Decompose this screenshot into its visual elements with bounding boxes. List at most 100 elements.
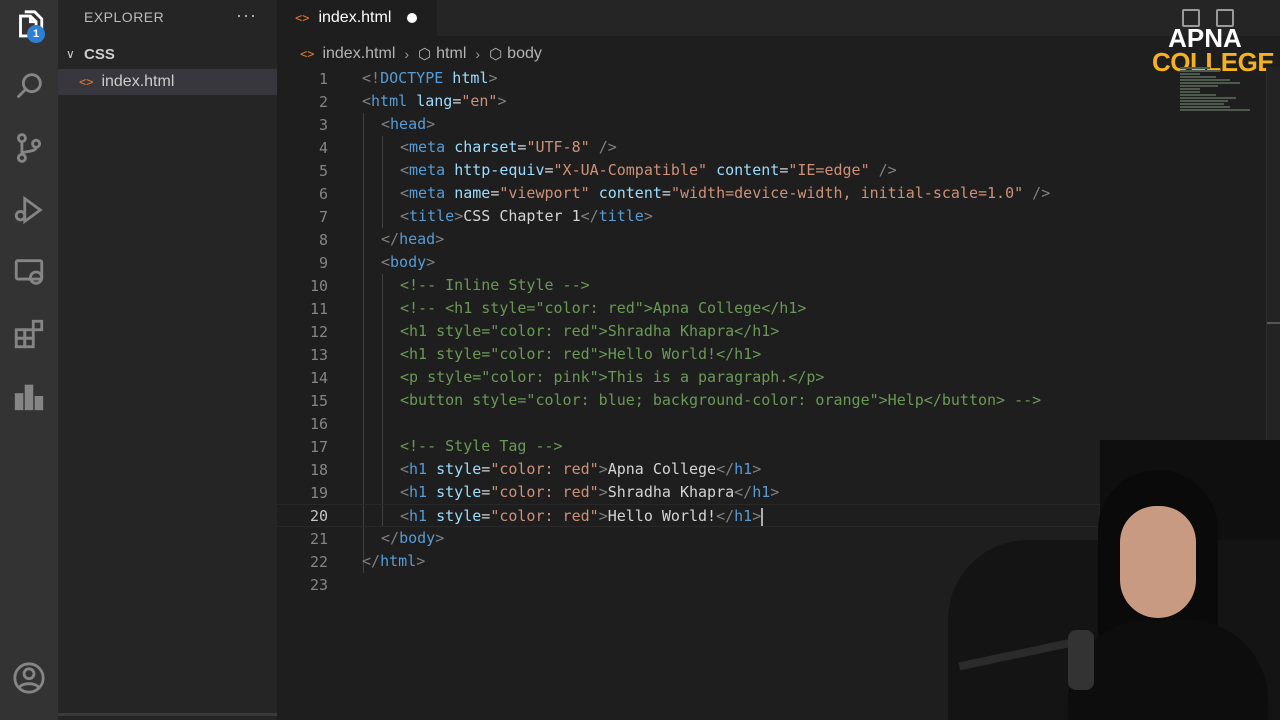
minimap[interactable] [1180,67,1266,127]
line-number: 19 [309,483,328,502]
tag-name: body [399,529,436,547]
account-icon[interactable] [9,658,49,698]
attr-value: "viewport" [499,184,590,202]
folder-css[interactable]: ∨ CSS [58,42,277,66]
code-line[interactable]: 12 <h1 style="color: red">Shradha Khapra… [277,320,1267,343]
punct: <! [362,69,381,87]
webcam-overlay [948,440,1280,720]
code-line[interactable]: 5 <meta http-equiv="X-UA-Compatible" con… [277,159,1267,182]
tab-index-html[interactable]: <> index.html [277,0,437,36]
comment: <button style="color: blue; background-c… [400,391,1042,409]
tag-name: title [598,207,644,225]
tag-name: title [409,207,455,225]
tag-name: h1 [409,483,428,501]
comment: <!-- <h1 style="color: red">Apna College… [400,299,807,317]
attr-name: style [436,507,482,525]
line-number: 13 [309,345,328,364]
line-number: 9 [318,253,328,272]
element-icon: ⬡ [489,46,503,63]
attr-name: content [716,161,780,179]
attr-value: "IE=edge" [788,161,870,179]
unsaved-dot-icon[interactable] [407,13,418,23]
attr-name: lang [416,92,453,110]
tag-name: body [390,253,427,271]
code-line[interactable]: 6 <meta name="viewport" content="width=d… [277,182,1267,205]
text-cursor [761,507,764,526]
element-icon: ⬡ [418,46,432,63]
attr-value: "X-UA-Compatible" [553,161,708,179]
line-number: 18 [309,460,328,479]
attr-value: "color: red" [490,507,599,525]
tag-name: h1 [752,483,771,501]
code-line[interactable]: 8 </head> [277,228,1267,251]
chevron-right-icon: › [475,46,481,62]
attr-value: "color: red" [490,460,599,478]
search-icon[interactable] [9,66,49,106]
code-line[interactable]: 15 <button style="color: blue; backgroun… [277,389,1267,412]
code-line[interactable]: 14 <p style="color: pink">This is a para… [277,366,1267,389]
breadcrumb-file[interactable]: index.html [322,45,395,63]
tag-name: DOCTYPE [380,69,444,87]
file-index-html[interactable]: <> index.html [58,69,277,95]
punct: > [488,69,498,87]
attr-value: "color: red" [490,483,599,501]
comment: <h1 style="color: red">Hello World!</h1> [400,345,762,363]
breadcrumb: <> index.html › ⬡ html › ⬡ body [300,43,542,65]
line-number: 6 [318,184,328,203]
line-number: 15 [309,391,328,410]
attr-value: "width=device-width, initial-scale=1.0" [670,184,1024,202]
html-file-icon: <> [295,11,310,25]
breadcrumb-body[interactable]: body [507,45,542,63]
code-line[interactable]: 16 [277,412,1267,435]
extensions-icon[interactable] [9,314,49,354]
scrollbar-thumb[interactable] [1267,322,1280,324]
activity-bar: 1 [0,0,58,720]
tag-name: h1 [409,507,428,525]
line-number: 7 [318,207,328,226]
code-line[interactable]: 3 <head> [277,113,1267,136]
remote-explorer-icon[interactable] [9,252,49,292]
more-actions-icon[interactable]: ··· [236,5,257,26]
stats-icon[interactable] [9,376,49,416]
line-number: 10 [309,276,328,295]
breadcrumb-html[interactable]: html [436,45,466,63]
code-line[interactable]: 1 <!DOCTYPE html> [277,67,1267,90]
line-number: 5 [318,161,328,180]
code-line[interactable]: 11 <!-- <h1 style="color: red">Apna Coll… [277,297,1267,320]
code-line[interactable]: 13 <h1 style="color: red">Hello World!</… [277,343,1267,366]
sidebar-scrollbar[interactable] [58,713,277,716]
text-content: Hello World! [607,507,717,525]
line-number: 21 [309,529,328,548]
code-line[interactable]: 2 <html lang="en"> [277,90,1267,113]
line-number: 14 [309,368,328,387]
folder-name: CSS [84,45,115,63]
tag-name: head [390,115,427,133]
tag-name: meta [409,138,446,156]
comment: <p style="color: pink">This is a paragra… [400,368,825,386]
line-number: 20 [309,506,328,525]
code-line[interactable]: 10 <!-- Inline Style --> [277,274,1267,297]
tag-name: html [371,92,408,110]
text-content: Shradha Khapra [607,483,735,501]
line-number: 23 [309,575,328,594]
chevron-right-icon: › [404,46,410,62]
attr-name: name [454,184,491,202]
code-line[interactable]: 7 <title>CSS Chapter 1</title> [277,205,1267,228]
run-debug-icon[interactable] [9,190,49,230]
code-line[interactable]: 9 <body> [277,251,1267,274]
chevron-down-icon: ∨ [66,47,75,61]
tag-name: meta [409,184,446,202]
attr-name: content [598,184,662,202]
file-name: index.html [101,73,175,90]
comment: <!-- Style Tag --> [400,437,563,455]
comment: <h1 style="color: red">Shradha Khapra</h… [400,322,780,340]
tab-bar: <> index.html [277,0,1280,36]
source-control-icon[interactable] [9,128,49,168]
sidebar-title: EXPLORER [84,9,165,25]
attr-name: style [436,460,482,478]
attr-name: style [436,483,482,501]
line-number: 22 [309,552,328,571]
attr-name: http-equiv [454,161,545,179]
html-file-icon: <> [79,75,94,89]
code-line[interactable]: 4 <meta charset="UTF-8" /> [277,136,1267,159]
